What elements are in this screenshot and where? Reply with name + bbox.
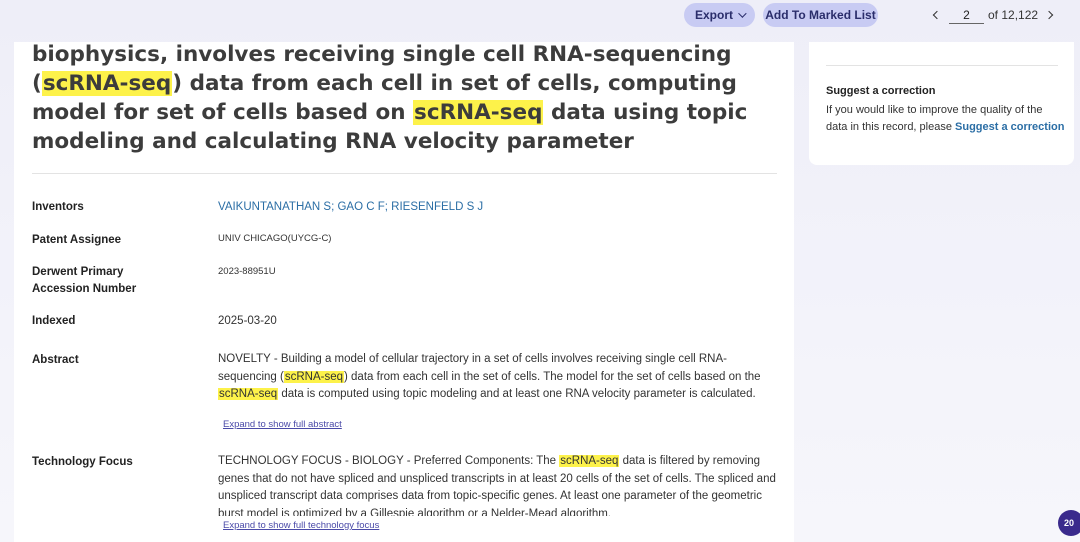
panel-divider xyxy=(826,65,1058,66)
indexed-label: Indexed xyxy=(32,315,76,327)
technology-focus-text: TECHNOLOGY FOCUS - BIOLOGY - Preferred C… xyxy=(218,453,778,516)
tech-focus-segment: TECHNOLOGY FOCUS - BIOLOGY - Preferred C… xyxy=(218,455,560,467)
suggest-correction-text: If you would like to improve the quality… xyxy=(826,102,1066,136)
chevron-right-icon xyxy=(1044,10,1053,20)
accession-label: Derwent Primary Accession Number xyxy=(32,266,137,295)
previous-record-button[interactable] xyxy=(927,7,943,23)
abstract-segment: data is computed using topic modeling an… xyxy=(278,388,756,400)
next-record-button[interactable] xyxy=(1042,7,1058,23)
expand-technology-focus-link[interactable]: Expand to show full technology focus xyxy=(223,520,379,531)
search-term-highlight: scRNA-seq xyxy=(559,455,620,467)
abstract-label: Abstract xyxy=(32,354,79,366)
inventors-link[interactable]: VAIKUNTANATHAN S; GAO C F; RIESENFELD S … xyxy=(218,199,778,217)
record-pager: of 12,122 xyxy=(927,5,1058,25)
record-total: of 12,122 xyxy=(988,8,1039,22)
assignee-value: UNIV CHICAGO(UYCG-C) xyxy=(218,233,332,244)
search-term-highlight: scRNA-seq xyxy=(413,100,544,125)
expand-abstract-link[interactable]: Expand to show full abstract xyxy=(223,419,342,430)
record-number-input[interactable] xyxy=(949,6,984,24)
chevron-down-icon xyxy=(738,9,747,18)
chevron-left-icon xyxy=(932,10,941,20)
search-term-highlight: scRNA-seq xyxy=(41,71,173,96)
suggest-correction-panel: Suggest a correction If you would like t… xyxy=(809,42,1074,165)
export-label: Export xyxy=(694,8,733,22)
record-detail-card: biophysics, involves receiving single ce… xyxy=(14,42,794,542)
search-term-highlight: scRNA-seq xyxy=(218,388,279,400)
suggest-correction-heading: Suggest a correction xyxy=(826,85,936,97)
indexed-value: 2025-03-20 xyxy=(218,315,277,327)
accession-value: 2023-88951U xyxy=(218,266,276,277)
abstract-text: NOVELTY - Building a model of cellular t… xyxy=(218,351,778,404)
notification-badge[interactable]: 20 xyxy=(1058,510,1080,536)
record-title: biophysics, involves receiving single ce… xyxy=(32,42,777,156)
add-to-marked-list-label: Add To Marked List xyxy=(765,8,876,22)
search-term-highlight: scRNA-seq xyxy=(283,370,345,383)
record-toolbar: Export Add To Marked List of 12,122 xyxy=(0,0,1080,30)
abstract-segment: ) data from each cell in the set of cell… xyxy=(344,370,761,383)
title-divider xyxy=(32,173,777,174)
add-to-marked-list-button[interactable]: Add To Marked List xyxy=(763,3,878,27)
suggest-correction-link[interactable]: Suggest a correction xyxy=(955,121,1064,133)
assignee-label: Patent Assignee xyxy=(32,234,122,246)
technology-focus-label: Technology Focus xyxy=(32,456,133,468)
export-button[interactable]: Export xyxy=(684,3,755,27)
inventors-label: Inventors xyxy=(32,201,84,213)
